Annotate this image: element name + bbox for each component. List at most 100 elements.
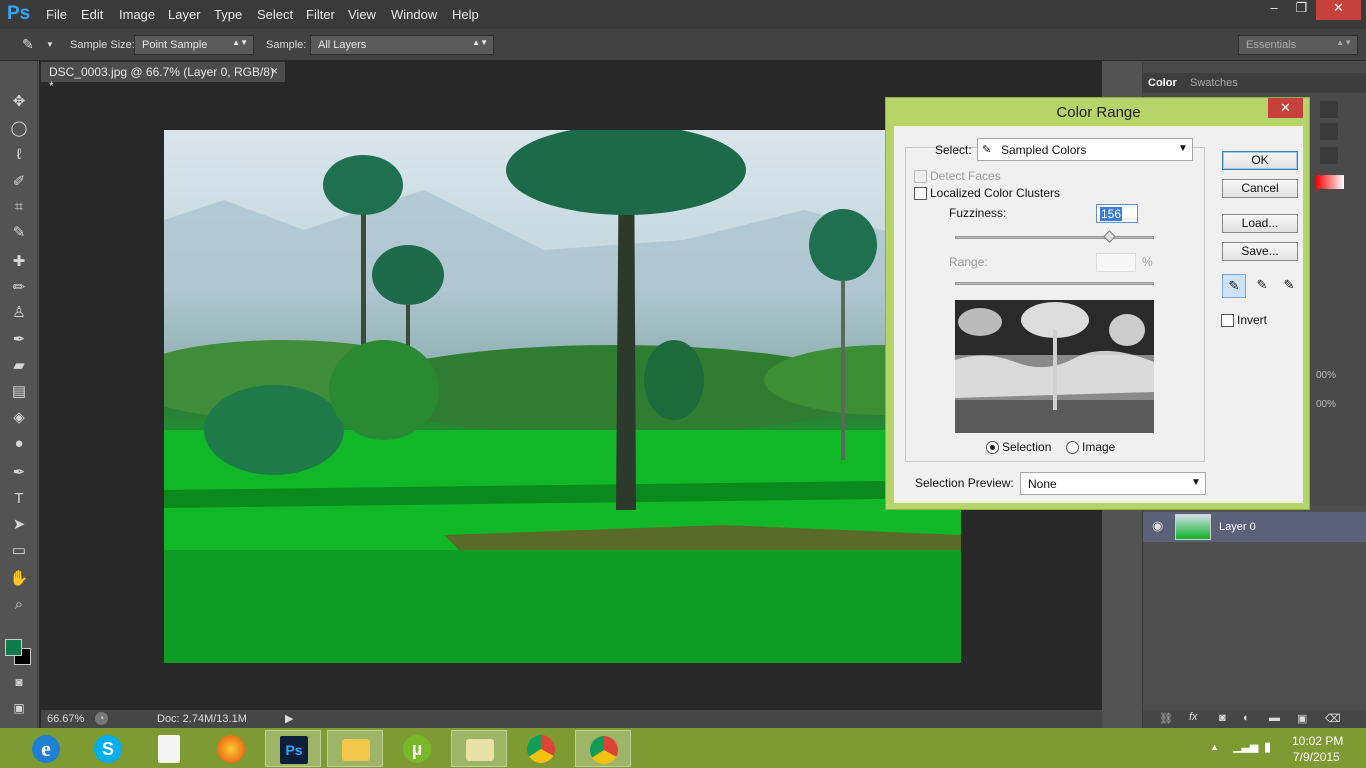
photoshop-icon[interactable]: Ps: [265, 730, 321, 767]
detect-faces-checkbox[interactable]: [914, 170, 927, 183]
eyedropper-tool-icon[interactable]: ✎: [7, 222, 31, 244]
range-input[interactable]: [1096, 253, 1136, 272]
battery-icon[interactable]: ▮: [1264, 739, 1271, 755]
sample-select[interactable]: All Layers ▲▼: [310, 35, 494, 55]
folder-icon[interactable]: [451, 730, 507, 767]
menu-window[interactable]: Window: [391, 7, 437, 22]
screen-mode-icon[interactable]: ▣: [7, 697, 31, 719]
history-brush-tool-icon[interactable]: ✒: [7, 329, 31, 351]
tab-color[interactable]: Color: [1148, 77, 1177, 89]
eye-visibility-icon[interactable]: ◉: [1152, 518, 1163, 534]
internet-explorer-icon[interactable]: e: [18, 730, 74, 767]
menu-image[interactable]: Image: [119, 7, 155, 22]
color-slider-field[interactable]: [1320, 101, 1338, 118]
link-layers-icon[interactable]: ⛓: [1159, 712, 1173, 725]
document-tab[interactable]: DSC_0003.jpg @ 66.7% (Layer 0, RGB/8) * …: [41, 62, 285, 93]
close-button[interactable]: ✕: [1316, 0, 1361, 20]
move-tool-icon[interactable]: ✥: [7, 91, 31, 113]
eyedropper-icon[interactable]: ✎: [22, 36, 40, 54]
restore-button[interactable]: ❐: [1288, 0, 1315, 20]
eyedropper-add-icon[interactable]: ✎: [1250, 274, 1274, 298]
fuzziness-slider-track[interactable]: [955, 236, 1154, 239]
crop-tool-icon[interactable]: ⌗: [7, 196, 31, 218]
close-tab-icon[interactable]: ×: [271, 64, 278, 78]
new-layer-icon[interactable]: ▣: [1297, 712, 1307, 725]
localized-clusters-checkbox[interactable]: [914, 187, 927, 200]
show-hidden-icons-icon[interactable]: ▲: [1210, 742, 1219, 752]
color-slider-field[interactable]: [1320, 147, 1338, 164]
workspace-select[interactable]: Essentials ▲▼: [1238, 35, 1358, 55]
status-menu-arrow-icon[interactable]: ▶: [285, 712, 293, 725]
trash-icon[interactable]: ⌫: [1325, 712, 1341, 725]
chrome-icon[interactable]: [513, 730, 569, 767]
rectangle-tool-icon[interactable]: ▭: [7, 540, 31, 562]
zoom-field-a[interactable]: 00%: [1316, 370, 1336, 388]
quick-select-tool-icon[interactable]: ✐: [7, 171, 31, 193]
type-tool-icon[interactable]: T: [7, 488, 31, 510]
clock-time[interactable]: 10:02 PM: [1292, 734, 1343, 748]
quick-mask-icon[interactable]: ◙: [7, 671, 31, 693]
menu-view[interactable]: View: [348, 7, 376, 22]
fx-icon[interactable]: fx: [1189, 711, 1198, 723]
layer-row[interactable]: ◉ Layer 0: [1143, 512, 1366, 542]
eyedropper-subtract-icon[interactable]: ✎: [1277, 274, 1301, 298]
range-slider-track[interactable]: [955, 282, 1154, 285]
clock-date[interactable]: 7/9/2015: [1293, 750, 1340, 764]
menu-type[interactable]: Type: [214, 7, 242, 22]
document-image[interactable]: [164, 130, 961, 663]
invert-checkbox[interactable]: [1221, 314, 1234, 327]
path-select-tool-icon[interactable]: ➤: [7, 514, 31, 536]
menu-select[interactable]: Select: [257, 7, 293, 22]
zoom-field-b[interactable]: 00%: [1316, 399, 1336, 417]
skype-icon[interactable]: S: [80, 730, 136, 767]
blur-tool-icon[interactable]: ◈: [7, 407, 31, 429]
file-explorer-icon[interactable]: [327, 730, 383, 767]
gradient-tool-icon[interactable]: ▤: [7, 381, 31, 403]
eyedropper-sample-icon[interactable]: ✎: [1222, 274, 1246, 298]
dodge-tool-icon[interactable]: ●: [7, 433, 31, 455]
sample-size-select[interactable]: Point Sample ▲▼: [134, 35, 254, 55]
radio-image[interactable]: [1066, 441, 1079, 454]
hand-tool-icon[interactable]: ✋: [7, 568, 31, 590]
network-icon[interactable]: ▁▃▅: [1233, 740, 1258, 753]
foreground-color-swatch[interactable]: [5, 639, 22, 656]
selection-preview-dropdown[interactable]: None ▼: [1020, 472, 1206, 495]
layer-mask-icon[interactable]: ◙: [1219, 712, 1226, 724]
menu-layer[interactable]: Layer: [168, 7, 201, 22]
menu-help[interactable]: Help: [452, 7, 479, 22]
new-group-icon[interactable]: ▬: [1269, 712, 1280, 724]
adjustment-layer-icon[interactable]: ◐: [1243, 712, 1250, 724]
tab-swatches[interactable]: Swatches: [1190, 77, 1238, 89]
file-icon[interactable]: [141, 730, 197, 767]
cancel-button[interactable]: Cancel: [1222, 179, 1298, 198]
marquee-tool-icon[interactable]: ◯: [7, 118, 31, 140]
clone-stamp-tool-icon[interactable]: ♙: [7, 302, 31, 324]
firefox-icon[interactable]: [203, 730, 259, 767]
chrome-icon[interactable]: [575, 730, 631, 767]
menu-filter[interactable]: Filter: [306, 7, 335, 22]
tool-preset-arrow-icon[interactable]: ▼: [46, 40, 54, 49]
radio-selection[interactable]: [986, 441, 999, 454]
color-slider-field[interactable]: [1320, 123, 1338, 140]
ok-button[interactable]: OK: [1222, 151, 1298, 170]
menu-bar: Ps File Edit Image Layer Type Select Fil…: [0, 0, 1366, 29]
status-options-icon[interactable]: ◔: [95, 712, 108, 725]
eraser-tool-icon[interactable]: ▰: [7, 355, 31, 377]
menu-file[interactable]: File: [46, 7, 67, 22]
save-button[interactable]: Save...: [1222, 242, 1298, 261]
range-unit: %: [1142, 255, 1153, 269]
load-button[interactable]: Load...: [1222, 214, 1298, 233]
lasso-tool-icon[interactable]: ℓ: [7, 144, 31, 166]
pen-tool-icon[interactable]: ✒: [7, 462, 31, 484]
menu-edit[interactable]: Edit: [81, 7, 103, 22]
healing-brush-tool-icon[interactable]: ✚: [7, 251, 31, 273]
select-dropdown[interactable]: ✎ Sampled Colors ▼: [977, 138, 1193, 161]
minimize-button[interactable]: –: [1261, 0, 1287, 20]
zoom-tool-icon[interactable]: ⌕: [7, 594, 31, 616]
fuzziness-input[interactable]: 156: [1096, 204, 1138, 223]
dialog-close-button[interactable]: ✕: [1268, 98, 1303, 118]
zoom-level[interactable]: 66.67%: [47, 713, 84, 725]
color-ramp[interactable]: [1316, 175, 1344, 189]
utorrent-icon[interactable]: µ: [389, 730, 445, 767]
brush-tool-icon[interactable]: ✏: [7, 277, 31, 299]
